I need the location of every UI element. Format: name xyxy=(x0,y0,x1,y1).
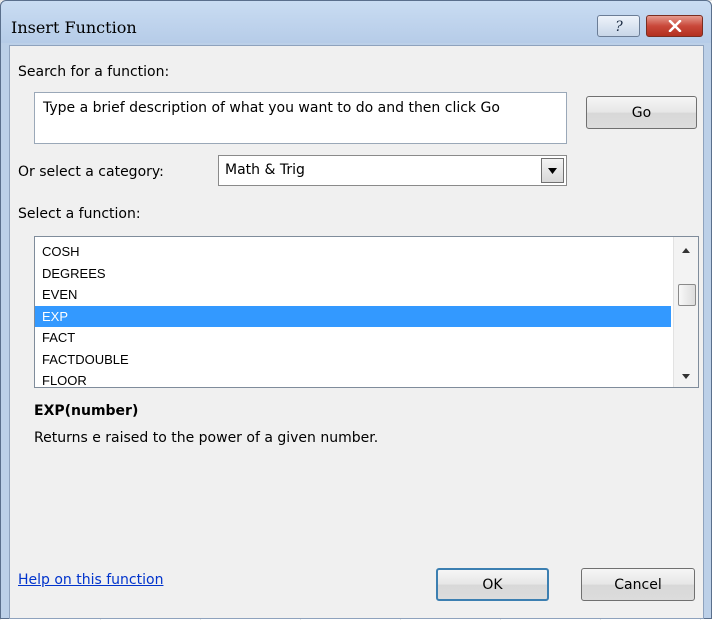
function-list-label: Select a function: xyxy=(18,206,141,222)
scroll-down-arrow-icon xyxy=(682,373,690,379)
function-list-item[interactable]: FACT xyxy=(35,327,671,349)
function-list-item[interactable]: DEGREES xyxy=(35,263,671,285)
close-button[interactable] xyxy=(646,15,703,37)
scroll-up-button[interactable] xyxy=(674,241,698,259)
function-list: COSH DEGREES EVEN EXP FACT FACTDOUBLE FLOOR xyxy=(35,241,671,387)
function-list-item[interactable]: EXP xyxy=(35,305,671,327)
title-bar[interactable]: Insert Function ? xyxy=(1,1,711,43)
search-input[interactable] xyxy=(34,92,567,144)
function-list-item[interactable]: FACTDOUBLE xyxy=(35,349,671,371)
help-button[interactable]: ? xyxy=(597,15,640,37)
function-listbox[interactable]: COSH DEGREES EVEN EXP FACT FACTDOUBLE FLOOR xyxy=(34,236,699,388)
search-label: Search for a function: xyxy=(18,64,170,80)
ok-button[interactable]: OK xyxy=(436,568,549,601)
function-list-item[interactable]: EVEN xyxy=(35,284,671,306)
function-signature: EXP(number) xyxy=(34,403,139,419)
cancel-button[interactable]: Cancel xyxy=(581,568,695,601)
close-icon xyxy=(668,20,681,32)
svg-text:?: ? xyxy=(615,19,623,33)
go-button[interactable]: Go xyxy=(586,96,697,129)
chevron-down-icon xyxy=(548,167,557,174)
scroll-up-arrow-icon xyxy=(682,247,690,253)
function-list-item[interactable]: FLOOR xyxy=(35,370,671,387)
function-list-scrollbar[interactable] xyxy=(673,237,698,387)
function-list-item[interactable]: COSH xyxy=(35,241,671,263)
category-select[interactable]: Math & Trig xyxy=(218,155,567,186)
question-mark-icon: ? xyxy=(615,19,623,33)
scroll-down-button[interactable] xyxy=(674,367,698,385)
dialog-title: Insert Function xyxy=(11,18,137,37)
help-on-function-link[interactable]: Help on this function xyxy=(18,572,163,588)
scroll-thumb[interactable] xyxy=(678,283,696,306)
category-label: Or select a category: xyxy=(18,164,164,180)
dialog-content: Search for a function: Go Or select a ca… xyxy=(9,45,704,619)
category-selected-value: Math & Trig xyxy=(225,162,305,178)
function-description: Returns e raised to the power of a given… xyxy=(34,430,379,446)
insert-function-dialog: Insert Function ? Search for a function:… xyxy=(0,0,712,619)
category-dropdown-button[interactable] xyxy=(541,158,564,183)
